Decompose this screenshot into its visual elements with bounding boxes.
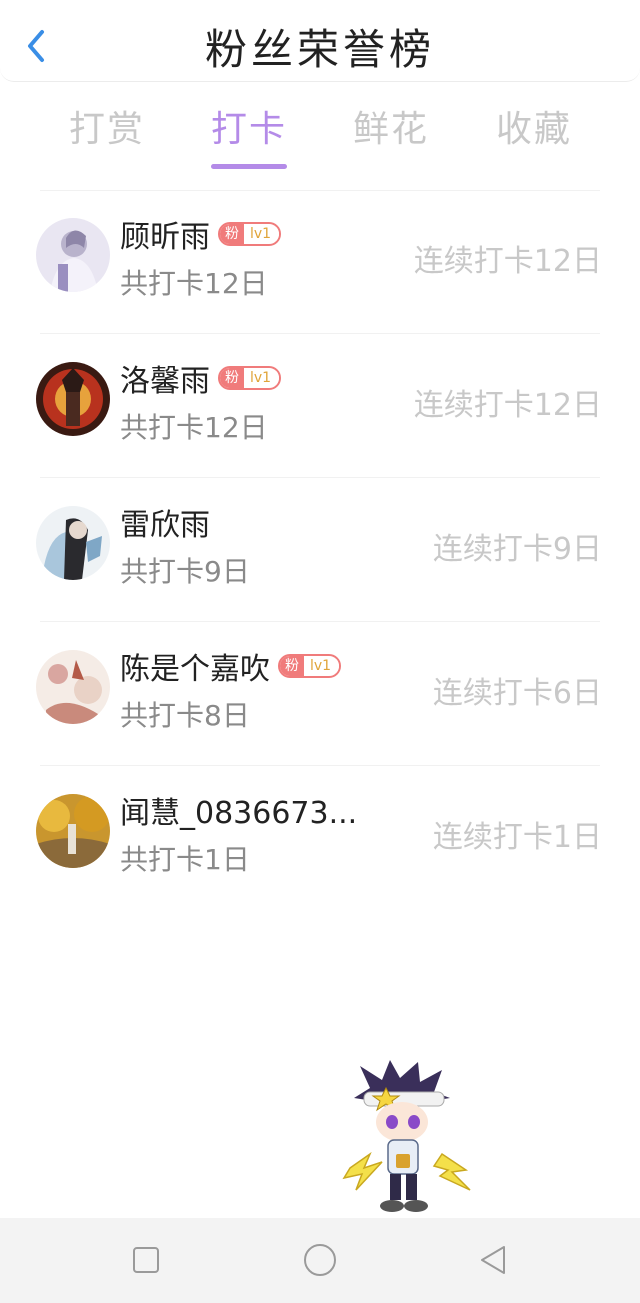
checkin-streak: 连续打卡6日 — [432, 676, 602, 711]
fan-name: 洛馨雨 — [120, 364, 210, 399]
avatar[interactable] — [36, 650, 110, 724]
tab-flowers[interactable]: 鲜花 — [336, 100, 446, 152]
fan-level-badge: 粉 lv1 — [278, 654, 342, 678]
avatar[interactable] — [36, 794, 110, 868]
list-item[interactable]: 雷欣雨 共打卡9日 连续打卡9日 — [0, 478, 640, 622]
active-tab-indicator — [211, 164, 287, 169]
square-recents-icon — [133, 1247, 159, 1273]
fan-level-badge: 粉 lv1 — [218, 222, 282, 246]
fan-name: 顾昕雨 — [120, 220, 210, 255]
checkin-streak: 连续打卡1日 — [432, 820, 602, 855]
page-title: 粉丝荣誉榜 — [204, 25, 435, 74]
total-checkin-days: 共打卡1日 — [120, 843, 250, 876]
circle-home-icon — [304, 1244, 336, 1276]
list-item[interactable]: 陈是个嘉吹 粉 lv1 共打卡8日 连续打卡6日 — [0, 622, 640, 766]
tab-checkin[interactable]: 打卡 — [194, 100, 304, 152]
total-checkin-days: 共打卡9日 — [120, 555, 250, 588]
checkin-streak: 连续打卡12日 — [413, 388, 602, 423]
fan-level-badge: 粉 lv1 — [218, 366, 282, 390]
fan-name: 闻慧_0836673... — [120, 796, 358, 831]
top-bar: 粉丝荣誉榜 — [0, 0, 640, 82]
home-button[interactable] — [300, 1240, 340, 1280]
total-checkin-days: 共打卡12日 — [120, 411, 268, 444]
tab-bar: 打赏 打卡 鲜花 收藏 — [0, 100, 640, 170]
total-checkin-days: 共打卡8日 — [120, 699, 250, 732]
recents-button[interactable] — [126, 1240, 166, 1280]
checkin-streak: 连续打卡9日 — [432, 532, 602, 567]
avatar[interactable] — [36, 506, 110, 580]
avatar[interactable] — [36, 218, 110, 292]
mascot-character-image — [330, 1058, 480, 1220]
checkin-streak: 连续打卡12日 — [413, 244, 602, 279]
total-checkin-days: 共打卡12日 — [120, 267, 268, 300]
triangle-back-icon — [481, 1246, 505, 1274]
avatar[interactable] — [36, 362, 110, 436]
list-item[interactable]: 闻慧_0836673... 共打卡1日 连续打卡1日 — [0, 766, 640, 910]
tab-tip[interactable]: 打赏 — [52, 100, 162, 152]
tab-favorites[interactable]: 收藏 — [479, 100, 589, 152]
system-back-button[interactable] — [474, 1240, 514, 1280]
fan-name: 雷欣雨 — [120, 508, 210, 543]
list-item[interactable]: 洛馨雨 粉 lv1 共打卡12日 连续打卡12日 — [0, 334, 640, 478]
system-navigation-bar — [0, 1218, 640, 1303]
fan-name: 陈是个嘉吹 — [120, 652, 270, 687]
list-item[interactable]: 顾昕雨 粉 lv1 共打卡12日 连续打卡12日 — [0, 190, 640, 334]
